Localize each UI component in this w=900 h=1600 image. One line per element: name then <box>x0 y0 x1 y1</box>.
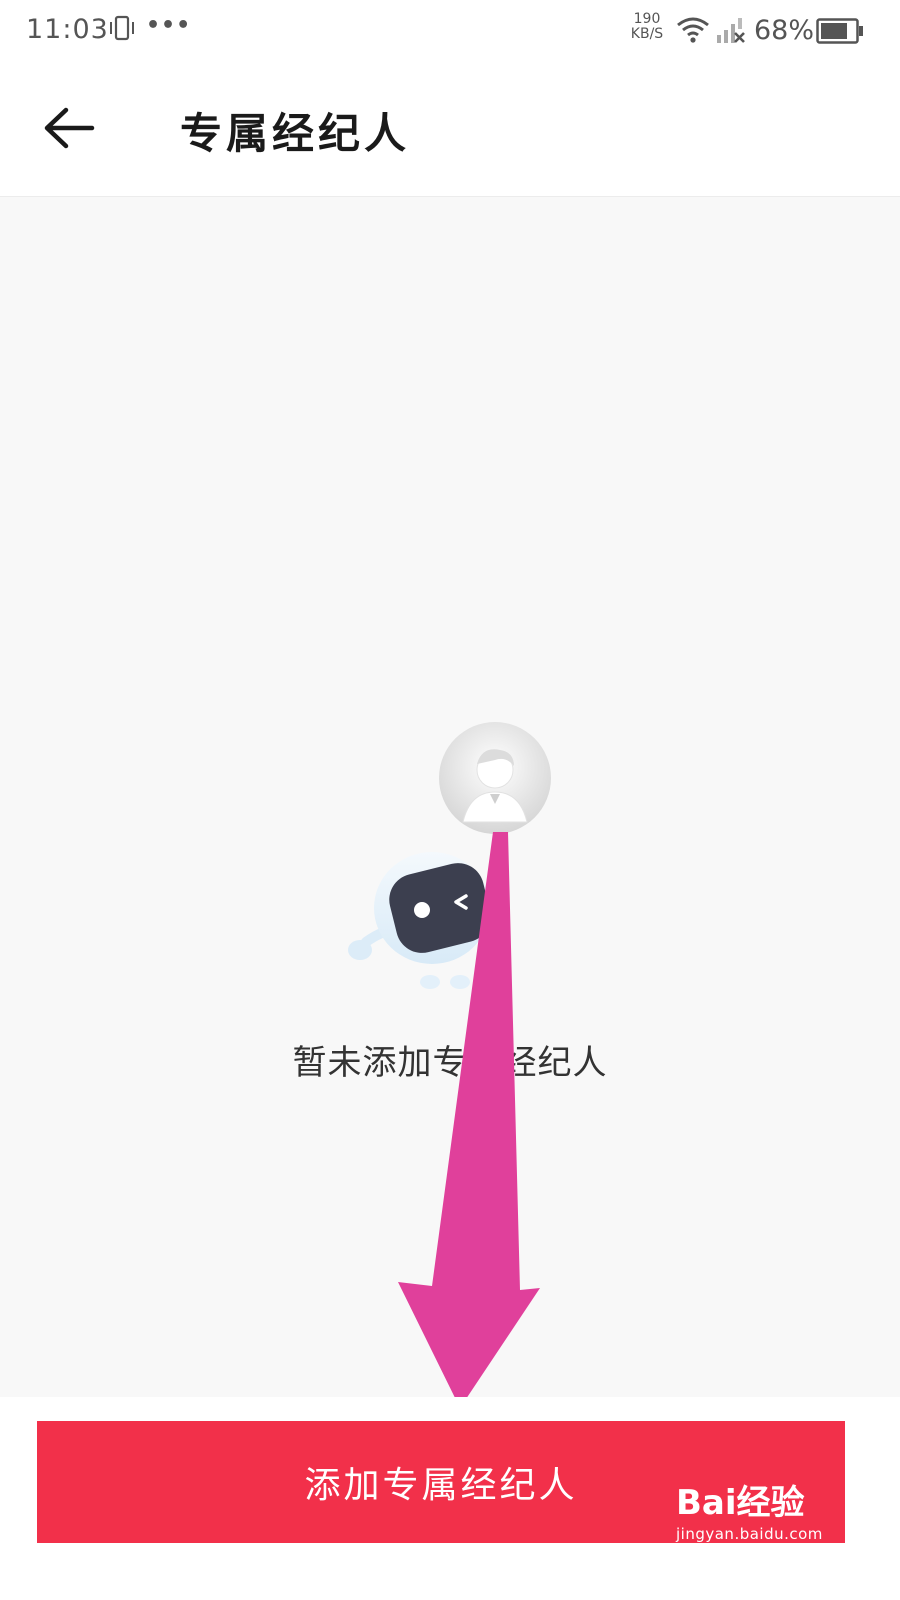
vibrate-icon <box>108 14 136 46</box>
battery-icon <box>816 17 864 49</box>
arrow-left-icon <box>44 107 95 149</box>
signal-x-icon <box>716 17 746 49</box>
page-title: 专属经纪人 <box>180 109 411 158</box>
main-content: 暂未添加专属经纪人 <box>0 197 900 1397</box>
network-speed: 190 KB/S <box>628 12 666 42</box>
status-bar: 11:03 ••• 190 KB/S 68% <box>0 0 900 62</box>
wifi-icon <box>676 16 710 48</box>
empty-state-message: 暂未添加专属经纪人 <box>292 1043 608 1083</box>
empty-state-illustration <box>330 720 570 1000</box>
robot-mascot-icon <box>348 852 499 989</box>
baidu-jingyan-watermark: Bai经验 jingyan.baidu.com <box>676 1475 846 1547</box>
watermark-logo-icon: Bai经验 <box>676 1483 805 1523</box>
network-speed-value: 190 <box>633 11 661 27</box>
app-header: 专属经纪人 <box>0 62 900 197</box>
back-button[interactable] <box>36 102 102 154</box>
network-speed-unit: KB/S <box>630 26 664 42</box>
battery-percentage: 68% <box>754 15 815 46</box>
agent-avatar-icon <box>439 722 551 834</box>
status-time: 11:03 <box>26 14 109 45</box>
footer: 添加专属经纪人 Bai经验 jingyan.baidu.com <box>0 1397 900 1600</box>
more-dots-icon: ••• <box>146 13 192 38</box>
watermark-url: jingyan.baidu.com <box>676 1525 823 1543</box>
